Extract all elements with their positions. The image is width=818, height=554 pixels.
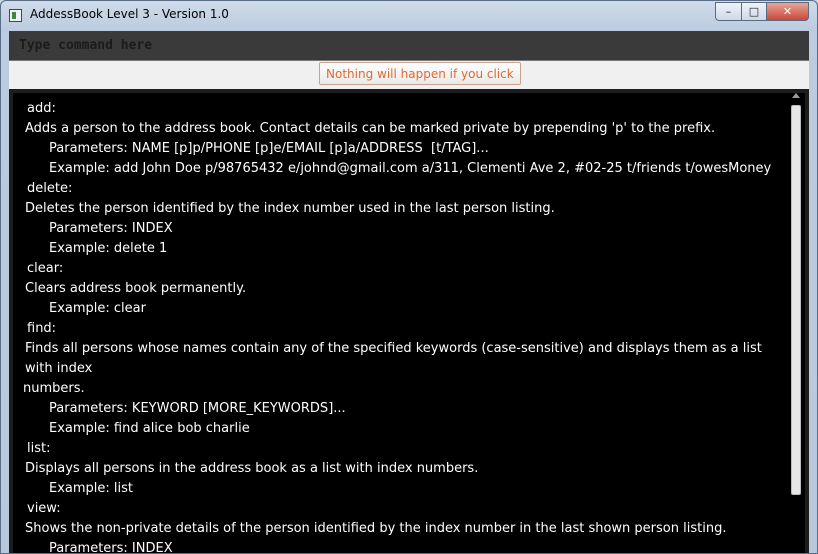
main-content: Nothing will happen if you click add: Add… <box>9 31 809 553</box>
minimize-button[interactable]: – <box>715 2 741 21</box>
output-line: add: <box>27 101 56 116</box>
output-line: delete: <box>27 181 73 196</box>
title-bar[interactable]: AddessBook Level 3 - Version 1.0 – □ ✕ <box>1 1 817 31</box>
output-line: Example: add John Doe p/98765432 e/johnd… <box>49 161 772 176</box>
window-controls: – □ ✕ <box>715 2 809 21</box>
output-line: Clears address book permanently. <box>25 281 247 296</box>
output-line: numbers. <box>23 381 85 396</box>
maximize-button[interactable]: □ <box>741 2 766 21</box>
scrollbar-thumb[interactable] <box>791 105 801 495</box>
output-lines: add: Adds a person to the address book. C… <box>13 93 785 553</box>
app-icon <box>9 9 22 22</box>
output-line: Parameters: INDEX <box>49 221 173 236</box>
close-button[interactable]: ✕ <box>766 2 809 21</box>
nothing-button[interactable]: Nothing will happen if you click <box>319 62 521 85</box>
command-input[interactable] <box>11 33 807 57</box>
close-icon: ✕ <box>782 5 793 18</box>
command-bar <box>9 31 809 61</box>
output-line: Parameters: NAME [p]p/PHONE [p]e/EMAIL [… <box>49 141 489 156</box>
button-row: Nothing will happen if you click <box>9 61 809 89</box>
output-line: Example: list <box>49 481 134 496</box>
minimize-icon: – <box>725 5 732 18</box>
output-line: Deletes the person identified by the ind… <box>25 201 555 216</box>
scroll-up-arrow-icon[interactable] <box>792 93 800 98</box>
output-line: clear: <box>27 261 64 276</box>
output-console: add: Adds a person to the address book. C… <box>9 89 809 553</box>
output-line: Shows the non-private details of the per… <box>25 521 727 536</box>
output-line: Example: find alice bob charlie <box>49 421 250 436</box>
app-window: AddessBook Level 3 - Version 1.0 – □ ✕ N… <box>0 0 818 554</box>
output-line: Adds a person to the address book. Conta… <box>25 121 716 136</box>
window-title: AddessBook Level 3 - Version 1.0 <box>30 7 229 21</box>
output-line: find: <box>27 321 57 336</box>
output-line: Example: delete 1 <box>49 241 168 256</box>
output-line: view: <box>27 501 61 516</box>
output-line: Example: clear <box>49 301 146 316</box>
output-scrollbar[interactable] <box>789 93 803 553</box>
output-line: Finds all persons whose names contain an… <box>25 341 766 376</box>
output-line: Parameters: INDEX <box>49 541 173 553</box>
maximize-icon: □ <box>748 5 760 18</box>
output-line: list: <box>27 441 51 456</box>
output-line: Parameters: KEYWORD [MORE_KEYWORDS]... <box>49 401 346 416</box>
output-line: Displays all persons in the address book… <box>25 461 479 476</box>
